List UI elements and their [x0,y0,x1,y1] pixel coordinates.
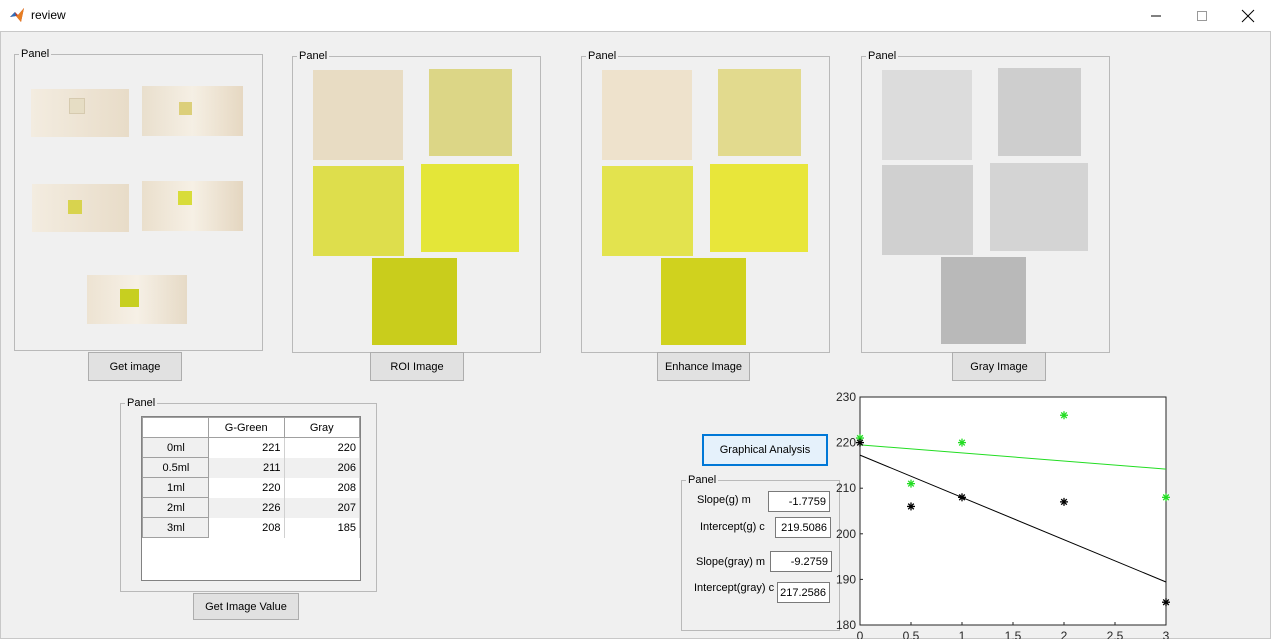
enhanced-swatch-2ml [710,164,808,252]
sample-photo-3ml [87,275,187,324]
sample-photo-0.5ml [142,86,243,136]
maximize-icon [1197,10,1207,21]
cell-g-green[interactable]: 211 [208,457,285,478]
roi-swatch-2ml [421,164,519,252]
graphical-analysis-button[interactable]: Graphical Analysis [702,434,828,466]
intercept-g-label: Intercept(g) c [700,521,765,533]
data-point [907,502,915,511]
y-tick-label: 200 [836,527,856,541]
gray-swatch-3ml [941,257,1026,344]
roi-swatch-0ml [313,70,403,160]
y-tick-label: 190 [836,572,856,586]
get-image-value-button[interactable]: Get Image Value [193,593,299,620]
cell-gray[interactable]: 208 [284,477,360,498]
cell-g-green[interactable]: 220 [208,477,285,498]
table-row[interactable]: 1ml 220 208 [142,477,360,498]
enhanced-swatch-0ml [602,70,692,160]
x-tick-label: 3 [1163,629,1170,639]
y-tick-label: 180 [836,618,856,632]
intercept-gray-label: Intercept(gray) c [694,582,775,594]
panel-title: Panel [127,397,156,409]
panel-title: Panel [688,474,717,486]
row-header: 2ml [142,497,209,518]
maximize-button[interactable] [1179,0,1225,31]
gray-image-button[interactable]: Gray Image [952,352,1046,381]
title-bar [0,0,1271,31]
table-row[interactable]: 0.5ml 211 206 [142,457,360,478]
gray-swatch-0ml [882,70,972,160]
cell-gray[interactable]: 207 [284,497,360,518]
panel-title: Panel [588,50,617,62]
sample-photo-1ml [32,184,129,232]
window-title: review [31,8,66,22]
plot-area [859,396,1167,626]
x-tick-label: 1.5 [1005,629,1022,639]
table-row[interactable]: 3ml 208 185 [142,517,360,538]
row-header: 0ml [142,437,209,458]
x-tick-label: 2 [1061,629,1068,639]
roi-swatch-0.5ml [429,69,512,156]
slope-gray-label: Slope(gray) m [696,556,766,568]
x-tick-label: 0.5 [903,629,920,639]
data-point [907,479,915,488]
enhance-image-button[interactable]: Enhance Image [657,352,750,381]
get-image-button[interactable]: Get image [88,352,182,381]
row-header: 1ml [142,477,209,498]
table-row[interactable]: 0ml 221 220 [142,437,360,458]
corner-header [142,417,209,438]
data-point [856,438,864,447]
row-header: 3ml [142,517,209,538]
column-header-g-green[interactable]: G-Green [207,417,285,438]
gray-swatch-2ml [990,163,1088,251]
row-header: 0.5ml [142,457,209,478]
data-point [958,493,966,502]
y-tick-label: 220 [836,436,856,450]
gray-swatch-1ml [882,165,973,255]
close-icon [1241,9,1255,22]
sample-photo-2ml [142,181,243,231]
values-table[interactable]: G-Green Gray 0ml 221 220 0.5ml 211 206 1… [142,417,360,538]
sample-photo-0ml [31,89,129,137]
enhanced-swatch-3ml [661,258,746,345]
roi-swatch-1ml [313,166,404,256]
x-tick-label: 2.5 [1107,629,1124,639]
data-point [958,438,966,447]
panel-title: Panel [21,48,50,60]
y-tick-label: 230 [836,390,856,404]
enhanced-swatch-0.5ml [718,69,801,156]
matlab-logo-icon [10,8,24,22]
cell-gray[interactable]: 220 [284,437,360,458]
gray-swatch-0.5ml [998,68,1081,156]
cell-gray[interactable]: 206 [284,457,360,478]
cell-g-green[interactable]: 221 [208,437,285,458]
panel-title: Panel [299,50,328,62]
y-tick-label: 210 [836,481,856,495]
roi-swatch-3ml [372,258,457,345]
values-table-container[interactable]: G-Green Gray 0ml 221 220 0.5ml 211 206 1… [141,416,361,581]
column-header-gray[interactable]: Gray [283,417,360,438]
table-row[interactable]: 2ml 226 207 [142,497,360,518]
panel-title: Panel [868,50,897,62]
cell-gray[interactable]: 185 [284,517,360,538]
close-window-button[interactable] [1225,0,1271,31]
minimize-button[interactable] [1133,0,1179,31]
cell-g-green[interactable]: 208 [208,517,285,538]
analysis-chart[interactable]: 0 0.5 1 1.5 2 2.5 3 230 220 210 200 190 180 [820,385,1190,639]
slope-g-label: Slope(g) m [697,494,751,506]
minimize-icon [1151,15,1161,16]
x-tick-label: 1 [959,629,966,639]
x-tick-label: 0 [857,629,864,639]
enhanced-swatch-1ml [602,166,693,256]
cell-g-green[interactable]: 226 [208,497,285,518]
roi-image-button[interactable]: ROI Image [370,352,464,381]
